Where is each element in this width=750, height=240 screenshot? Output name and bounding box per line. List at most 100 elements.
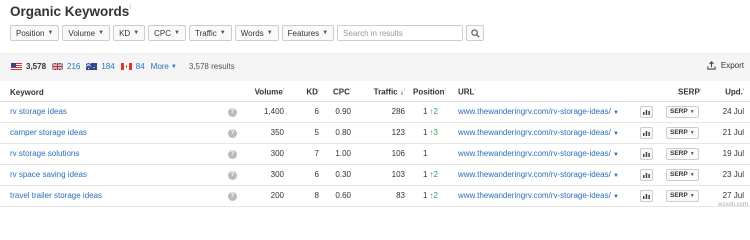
url-header[interactable]: URLi [458,84,640,102]
position-change: ↑2 [429,107,438,116]
updated-cell: 23 Jul [710,164,750,186]
url-link[interactable]: www.thewanderingrv.com/rv-storage-ideas/… [458,143,640,165]
caret-down-icon: ▼ [689,129,695,136]
serp-button[interactable]: SERP ▼ [666,126,699,139]
info-icon: i [474,87,476,94]
table-header: Keyword Volumei KDi CPCi Traffic ↓i Posi… [0,84,750,102]
keyword-link[interactable]: rv storage solutions [0,143,228,165]
keyword-link[interactable]: rv storage ideas [0,101,228,123]
features-filter[interactable]: Features ▼ [281,25,335,41]
chart-button[interactable] [640,105,653,118]
caret-down-icon: ▼ [322,30,329,36]
serp-button[interactable]: SERP ▼ [666,189,699,202]
url-link[interactable]: www.thewanderingrv.com/rv-storage-ideas/… [458,122,640,144]
keyword-header[interactable]: Keyword [0,84,228,102]
position-cell: 1 ↑3 [409,122,458,144]
kd-cell: 8 [288,185,323,207]
country-tab-us[interactable]: 3,578 [11,62,46,71]
country-tab-ca[interactable]: 84 [120,62,145,71]
updated-header[interactable]: Upd.i [710,84,750,102]
kd-cell: 7 [288,143,323,165]
serp-button[interactable]: SERP ▼ [666,168,699,181]
search-button[interactable] [466,25,485,41]
url-link[interactable]: www.thewanderingrv.com/rv-storage-ideas/… [458,164,640,186]
traffic-cell: 286 [355,101,409,123]
cpc-cell: 0.60 [323,185,355,207]
volume-filter[interactable]: Volume ▼ [62,25,111,41]
volume-cell: 300 [254,164,288,186]
position-cell: 1 ↑2 [409,164,458,186]
kd-header[interactable]: KDi [288,84,323,102]
volume-cell: 350 [254,122,288,144]
info-icon: i [742,87,744,94]
cpc-cell: 1.00 [323,143,355,165]
traffic-cell: 83 [355,185,409,207]
au-flag-icon [86,63,98,70]
country-tab-gb[interactable]: 216 [52,62,80,71]
question-icon[interactable]: ? [228,129,237,138]
watermark: wsxdn.com [717,202,748,208]
caret-down-icon: ▼ [613,173,619,179]
kd-cell: 6 [288,164,323,186]
traffic-header[interactable]: Traffic ↓i [355,84,409,102]
filter-bar: Position ▼ Volume ▼ KD ▼ CPC ▼ Traffic ▼ Word… [10,25,485,41]
kd-cell: 5 [288,122,323,144]
caret-down-icon: ▼ [174,30,180,36]
traffic-cell: 123 [355,122,409,144]
country-tabs: 3,578 216 184 84 More ▼ 3,578 results [11,62,235,71]
volume-header[interactable]: Volumei [254,84,288,102]
volume-cell: 300 [254,143,288,165]
chart-button[interactable] [640,126,653,139]
question-icon[interactable]: ? [228,108,237,117]
keyword-link[interactable]: rv space saving ideas [0,164,228,186]
keyword-link[interactable]: travel trailer storage ideas [0,185,228,207]
caret-down-icon: ▼ [613,194,619,200]
traffic-cell: 106 [355,143,409,165]
caret-down-icon: ▼ [613,131,619,137]
bar-chart-icon [643,109,650,115]
results-count: 3,578 results [188,62,235,71]
caret-down-icon: ▼ [47,30,54,36]
country-tab-au[interactable]: 184 [86,62,115,71]
table-row: rv storage ideas? 1,400 6 0.90 286 1 ↑2 www.the… [0,101,750,123]
url-link[interactable]: www.thewanderingrv.com/rv-storage-ideas/… [458,101,640,123]
bar-chart-icon [643,130,650,136]
chart-button[interactable] [640,147,653,160]
question-icon[interactable]: ? [228,150,237,159]
more-countries-button[interactable]: More ▼ [151,62,177,71]
position-filter[interactable]: Position ▼ [10,25,60,41]
info-icon: i [444,87,446,94]
position-header[interactable]: Positioni [409,84,458,102]
kd-cell: 6 [288,101,323,123]
chart-button[interactable] [640,189,653,202]
traffic-cell: 103 [355,164,409,186]
updated-cell: 19 Jul [710,143,750,165]
cpc-filter[interactable]: CPC ▼ [148,25,186,41]
cpc-cell: 0.30 [323,164,355,186]
question-icon[interactable]: ? [228,171,237,180]
keywords-table: Keyword Volumei KDi CPCi Traffic ↓i Posi… [0,84,750,207]
cpc-header[interactable]: CPCi [323,84,355,102]
export-button[interactable]: Export [707,61,744,70]
position-cell: 1 ↑2 [409,185,458,207]
traffic-filter[interactable]: Traffic ▼ [188,25,232,41]
question-icon[interactable]: ? [228,192,237,201]
search-icon [471,28,480,38]
chart-button[interactable] [640,168,653,181]
cpc-cell: 0.90 [323,101,355,123]
search-input[interactable]: Search in results [337,25,464,41]
serp-button[interactable]: SERP ▼ [666,147,699,160]
caret-down-icon: ▼ [170,63,177,70]
caret-down-icon: ▼ [266,30,273,36]
gb-flag-icon [52,63,64,70]
table-row: camper storage ideas? 350 5 0.80 123 1 ↑3 www.t… [0,122,750,144]
keyword-link[interactable]: camper storage ideas [0,122,228,144]
serp-button[interactable]: SERP ▼ [666,105,699,118]
table-row: rv storage solutions? 300 7 1.00 106 1 www.the… [0,143,750,165]
updated-cell: 21 Jul [710,122,750,144]
words-filter[interactable]: Words ▼ [234,25,279,41]
kd-filter[interactable]: KD ▼ [113,25,146,41]
url-link[interactable]: www.thewanderingrv.com/rv-storage-ideas/… [458,185,640,207]
bar-chart-icon [643,172,650,178]
serp-header: SERPi [662,84,710,102]
